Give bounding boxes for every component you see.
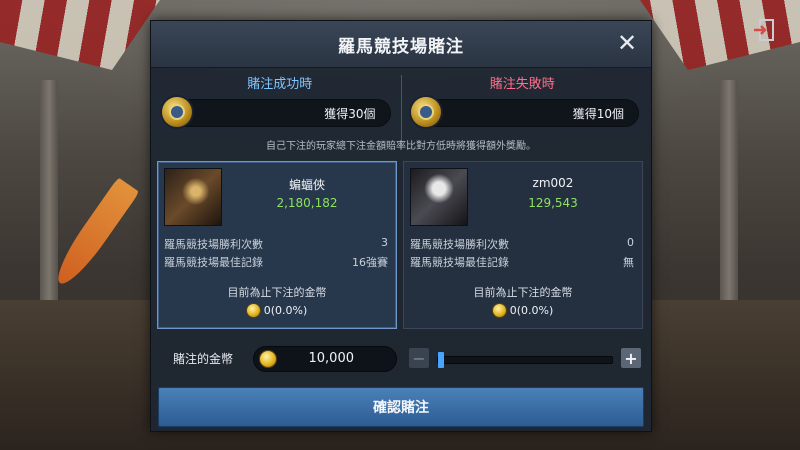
- fighter-name: zm002: [532, 176, 574, 190]
- rewards-section: 賭注成功時 獲得30個 賭注失敗時 獲得10個: [159, 75, 643, 145]
- reward-win-amount: 獲得30個: [324, 107, 376, 121]
- stat-wins: 羅馬競技場勝利次數 0: [410, 236, 634, 252]
- stat-label: 羅馬競技場最佳記錄: [410, 256, 509, 269]
- stat-label: 羅馬競技場勝利次數: [410, 238, 509, 251]
- carrot-prop: [49, 177, 140, 291]
- stat-label: 羅馬競技場最佳記錄: [164, 256, 263, 269]
- coin-icon: [260, 351, 276, 367]
- fighter-avatar: [410, 168, 468, 226]
- medal-icon: [162, 97, 192, 127]
- dialog-title: 羅馬競技場賭注: [338, 36, 464, 57]
- confirm-bet-button[interactable]: 確認賭注: [158, 387, 644, 427]
- reward-lose-bar: 獲得10個: [410, 97, 639, 127]
- current-bet-amount: 0(0.0%): [509, 304, 554, 317]
- decrease-bet-button[interactable]: −: [409, 348, 429, 368]
- stat-best-record: 羅馬競技場最佳記錄 無: [410, 254, 634, 270]
- bonus-note: 自己下注的玩家總下注金額賠率比對方低時將獲得額外獎勵。: [266, 141, 536, 152]
- exit-icon[interactable]: [750, 16, 778, 44]
- bet-slider[interactable]: [437, 352, 613, 368]
- pillar: [40, 80, 58, 320]
- reward-win: 賭注成功時 獲得30個: [159, 75, 401, 145]
- current-bet-value: 0(0.0%): [404, 304, 642, 317]
- bet-amount-row: 賭注的金幣 10,000 − +: [151, 343, 651, 373]
- stat-value: 3: [381, 236, 388, 249]
- current-bet-amount: 0(0.0%): [263, 304, 308, 317]
- bet-amount-value: 10,000: [308, 351, 355, 366]
- close-button[interactable]: ✕: [613, 29, 641, 57]
- stat-value: 無: [623, 256, 634, 269]
- dialog-header: 羅馬競技場賭注 ✕: [151, 21, 651, 68]
- coin-icon: [246, 304, 260, 317]
- tent-left: [0, 0, 160, 70]
- fighter-power: 129,543: [528, 196, 578, 210]
- stat-best-record: 羅馬競技場最佳記錄 16強賽: [164, 254, 388, 270]
- increase-bet-button[interactable]: +: [621, 348, 641, 368]
- current-bet-label: 目前為止下注的金幣: [473, 286, 573, 299]
- reward-lose-amount: 獲得10個: [572, 107, 624, 121]
- reward-win-label: 賭注成功時: [247, 77, 313, 92]
- reward-lose-label: 賭注失敗時: [489, 77, 555, 92]
- current-bet-value: 0(0.0%): [158, 304, 396, 317]
- current-bet-label: 目前為止下注的金幣: [227, 286, 327, 299]
- reward-win-bar: 獲得30個: [162, 97, 391, 127]
- stat-label: 羅馬競技場勝利次數: [164, 238, 263, 251]
- fighter-power: 2,180,182: [276, 196, 338, 210]
- stat-wins: 羅馬競技場勝利次數 3: [164, 236, 388, 252]
- close-icon: ✕: [616, 29, 638, 57]
- fighter-avatar: [164, 168, 222, 226]
- fighter-name: 蝙蝠俠: [288, 178, 325, 192]
- betting-dialog: 羅馬競技場賭注 ✕ 賭注成功時 獲得30個 賭注失敗時 獲得10個 自己下注的玩…: [150, 20, 652, 432]
- medal-icon: [410, 97, 441, 127]
- bet-coin-label: 賭注的金幣: [173, 352, 234, 366]
- bet-slider-handle[interactable]: [438, 352, 444, 368]
- bet-amount-field[interactable]: 10,000: [253, 346, 397, 372]
- pillar: [720, 80, 738, 320]
- stat-value: 16強賽: [352, 256, 388, 269]
- fighter-card-2[interactable]: zm002 129,543 羅馬競技場勝利次數 0 羅馬競技場最佳記錄 無 目前…: [403, 161, 643, 329]
- coin-icon: [492, 304, 506, 317]
- reward-lose: 賭注失敗時 獲得10個: [400, 75, 644, 145]
- stat-value: 0: [627, 236, 634, 249]
- fighter-card-1[interactable]: 蝙蝠俠 2,180,182 羅馬競技場勝利次數 3 羅馬競技場最佳記錄 16強賽…: [157, 161, 397, 329]
